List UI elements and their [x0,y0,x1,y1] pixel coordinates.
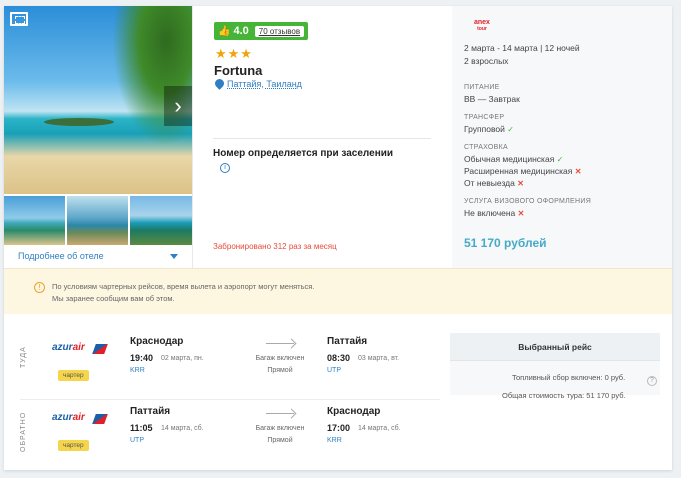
thumbs-up-icon: 👍 [218,25,231,37]
tour-price: 51 170 рублей [464,236,547,250]
fullscreen-icon[interactable] [10,12,28,26]
charter-notice [4,268,672,314]
divider [213,138,431,139]
check-icon: ✓ [507,125,514,134]
direction-outbound: ТУДА [20,346,27,368]
cross-icon: ✕ [517,209,525,218]
hotel-details-link[interactable]: Подробнее об отеле [18,251,104,261]
insurance-cancel: От невыезда ✕ [464,178,524,188]
departure-date: 02 марта, пн. [161,355,204,362]
thumbnail-1[interactable] [4,196,65,245]
selected-flight-title: Выбранный рейс [450,333,660,361]
gallery-next-button[interactable]: › [164,86,192,126]
airline-name-part2: air [72,342,85,353]
meal-value: BB — Завтрак [464,94,520,104]
transfer-text: Групповой [464,124,505,134]
arrival-city: Краснодар [327,406,381,417]
chevron-down-icon[interactable] [170,254,178,259]
booking-count: Забронировано 312 раз за месяц [213,242,337,251]
visa-value: Не включена ✕ [464,208,524,218]
flight-type: Прямой [267,367,293,374]
airline-name-part1: azur [52,412,73,423]
departure-time: 19:40 [130,353,154,363]
arrival-airport-code[interactable]: UTP [327,367,341,374]
departure-time: 11:05 [130,423,153,433]
warning-icon: ! [34,282,45,293]
transfer-value: Групповой ✓ [464,124,514,134]
hotel-location-link[interactable]: Паттайя, Таиланд [227,79,302,89]
direction-return: ОБРАТНО [20,411,27,452]
flight-type: Прямой [267,437,293,444]
gallery-thumbnails [4,196,192,245]
airline-logo-icon [92,344,108,354]
departure-city: Краснодар [130,336,184,347]
arrow-right-icon [266,413,294,414]
baggage-info: Багаж включен [255,355,305,362]
departure-date: 14 марта, сб. [161,425,204,432]
cross-icon: ✕ [517,179,524,188]
check-icon: ✓ [556,155,564,164]
thumbnail-3[interactable] [130,196,192,245]
fuel-surcharge: Топливный сбор включен: 0 руб. [512,373,626,382]
arrow-right-icon [266,343,294,344]
azur-air-logo: azurair [52,342,85,353]
insurance-extended-text: Расширенная медицинская [464,166,573,176]
transfer-label: ТРАНСФЕР [464,114,505,121]
location-pin-icon [213,77,226,90]
departure-airport-code[interactable]: KRR [130,367,145,374]
anex-tour-logo: anex tour [474,19,490,32]
azur-air-logo: azurair [52,412,85,423]
divider [192,6,193,268]
insurance-extended: Расширенная медицинская ✕ [464,166,581,176]
arrival-airport-code[interactable]: KRR [327,437,342,444]
charter-badge: чартер [58,440,89,451]
thumbnail-2[interactable] [67,196,128,245]
notice-line-1: По условиям чартерных рейсов, время выле… [52,282,315,291]
rating-badge: 👍 4.0 70 отзывов [214,22,309,40]
arrival-time: 17:00 [327,423,351,433]
baggage-info: Багаж включен [255,425,305,432]
tour-card: › Подробнее об отеле 👍 4.0 70 отзывов ★★… [4,6,672,470]
meal-label: ПИТАНИЕ [464,84,500,91]
insurance-label: СТРАХОВКА [464,144,508,151]
insurance-basic-text: Обычная медицинская [464,154,555,164]
airline-name-part2: air [72,412,85,423]
arrival-time: 08:30 [327,353,351,363]
insurance-cancel-text: От невыезда [464,178,515,188]
tour-dates: 2 марта - 14 марта | 12 ночей [464,43,580,53]
divider [20,399,440,400]
tour-guests: 2 взрослых [464,56,509,66]
help-icon[interactable]: ? [647,376,657,386]
reviews-link[interactable]: 70 отзывов [254,25,305,37]
hotel-name[interactable]: Fortuna [214,63,262,78]
airline-name-part1: azur [52,342,73,353]
room-type: Номер определяется при заселении [213,148,394,159]
departure-airport-code[interactable]: UTP [130,437,144,444]
arrival-date: 14 марта, сб. [358,425,401,432]
info-icon[interactable]: i [220,163,230,173]
rating-value: 4.0 [233,25,249,37]
arrival-city: Паттайя [327,336,368,347]
hotel-stars: ★★★ [215,46,253,61]
airline-logo-icon [92,414,108,424]
cross-icon: ✕ [574,167,582,176]
visa-text: Не включена [464,208,516,218]
departure-city: Паттайя [130,406,171,417]
operator-logo-subtext: tour [477,26,487,32]
island-graphic [44,118,114,126]
arrival-date: 03 марта, вт. [358,355,400,362]
total-price: Общая стоимость тура: 51 170 руб. [502,391,626,400]
insurance-basic: Обычная медицинская ✓ [464,154,563,164]
charter-badge: чартер [58,370,89,381]
visa-label: УСЛУГА ВИЗОВОГО ОФОРМЛЕНИЯ [464,198,592,205]
notice-line-2: Мы заранее сообщим вам об этом. [52,294,175,303]
